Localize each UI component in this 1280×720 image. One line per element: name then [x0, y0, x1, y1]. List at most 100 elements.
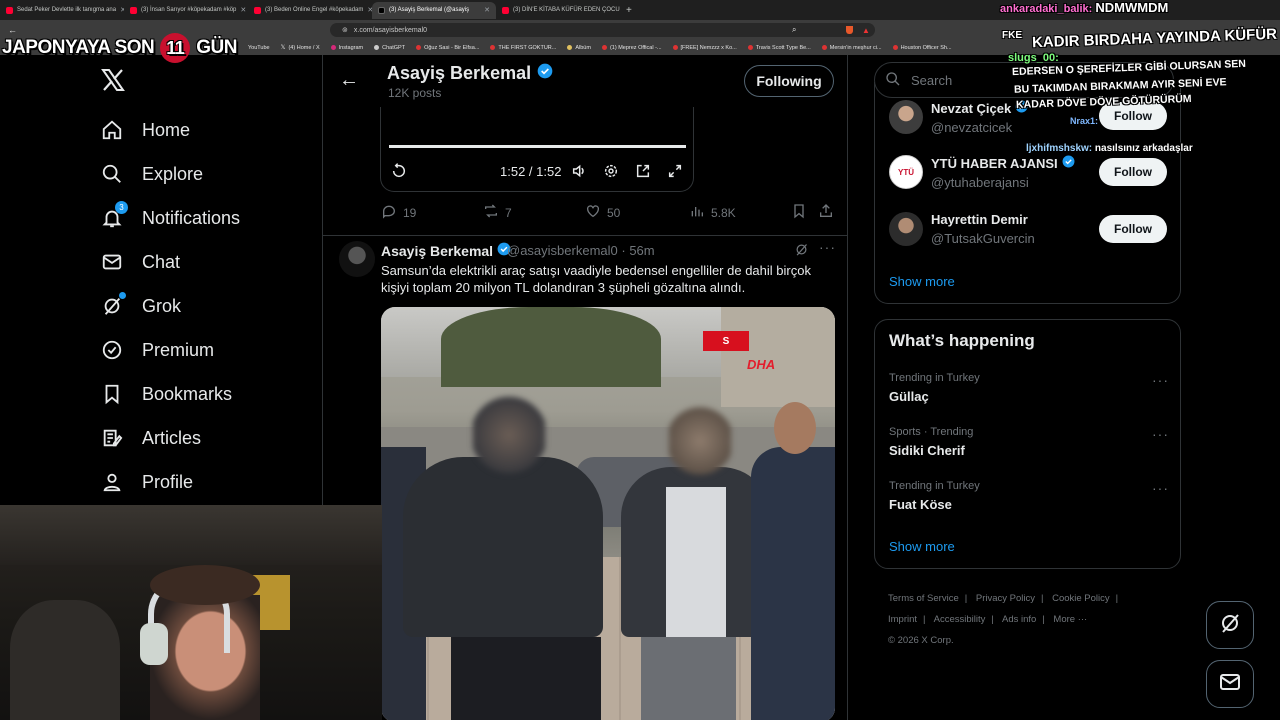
footer-link[interactable]: Ads info [1002, 614, 1036, 625]
x-logo-icon[interactable] [101, 68, 127, 94]
bookmark[interactable]: Oğuz Sasi - Bir Elfsa... [416, 45, 479, 51]
blurred-face [669, 402, 731, 480]
follow-suggestion[interactable]: YTÜ YTÜ HABER AJANSI @ytuhaberajansi [889, 155, 1075, 190]
chat-line: FKE [1002, 30, 1022, 41]
footer-link[interactable]: Privacy Policy [976, 593, 1035, 604]
footer-link[interactable]: Cookie Policy [1052, 593, 1110, 604]
follow-button[interactable]: Follow [1099, 158, 1167, 186]
footer-link[interactable]: Accessibility [934, 614, 986, 625]
chat-line: ljxhifmshskw: nasılsınız arkadaşlar [1026, 143, 1193, 154]
tweet-author[interactable]: Asayiş Berkemal [381, 242, 511, 259]
follow-button[interactable]: Follow [1099, 215, 1167, 243]
new-tab-icon[interactable]: + [626, 5, 632, 16]
show-more-link[interactable]: Show more [889, 274, 955, 289]
fullscreen-icon[interactable] [666, 162, 684, 180]
footer-link[interactable]: Imprint [888, 614, 917, 625]
footer-link[interactable]: More ··· [1053, 614, 1087, 625]
video-player[interactable]: 1:52 / 1:52 [380, 107, 694, 192]
settings-gear-icon[interactable] [602, 162, 620, 180]
avatar: YTÜ [889, 155, 923, 189]
replay-icon[interactable] [390, 162, 408, 180]
messages-fab-button[interactable] [1206, 660, 1254, 708]
shield-icon[interactable] [846, 26, 853, 34]
nav-chat[interactable]: Chat [100, 247, 180, 277]
chatgpt-icon [374, 45, 380, 50]
zoom-icon[interactable]: ⌕ [792, 25, 796, 35]
reply-button[interactable]: 19 [381, 203, 416, 222]
nav-bookmarks[interactable]: Bookmarks [100, 379, 232, 409]
more-options-icon[interactable]: ··· [1152, 426, 1169, 442]
show-more-link[interactable]: Show more [889, 539, 955, 554]
bookmark[interactable]: ChatGPT [374, 45, 405, 51]
back-arrow-icon[interactable]: ← [339, 69, 359, 92]
nav-home[interactable]: Home [100, 115, 190, 145]
name-text: Hayrettin Demir [931, 212, 1028, 227]
verified-badge-icon [537, 63, 553, 84]
site-info-icon[interactable]: ⊚ [342, 26, 348, 34]
volume-icon[interactable] [570, 162, 588, 180]
browser-tab[interactable]: (3) İnsan Sarıyor #köpekadam #köp ✕ [124, 2, 248, 19]
trend-item[interactable]: Sports · Trending Sidiki Cherif ··· [889, 426, 1169, 458]
grok-icon[interactable] [794, 242, 809, 262]
bookmark[interactable]: [FREE] Nemzzz x Ko... [672, 45, 737, 51]
bookmark[interactable]: Albüm [567, 45, 591, 51]
views-button[interactable]: 5.8K [689, 203, 736, 222]
bookmark-button[interactable] [791, 203, 807, 222]
bookmark[interactable]: Instagram [330, 45, 363, 51]
following-button[interactable]: Following [744, 65, 834, 97]
grok-fab-button[interactable] [1206, 601, 1254, 649]
like-button[interactable]: 50 [585, 203, 620, 222]
chat-user: Nrax1: [1070, 116, 1099, 126]
nav-notifications[interactable]: 3 Notifications [100, 201, 240, 233]
nav-grok[interactable]: Grok [100, 291, 181, 321]
chat-line: slugs_00: [1008, 52, 1059, 64]
bookmark[interactable]: Mersin'in meşhur ci... [821, 45, 882, 51]
pip-icon[interactable] [634, 162, 652, 180]
follow-suggestion[interactable]: Hayrettin Demir @TutsakGuvercin [889, 212, 1035, 246]
nav-articles[interactable]: Articles [100, 423, 201, 453]
nav-profile[interactable]: Profile [100, 467, 193, 497]
trend-item[interactable]: Trending in Turkey Güllaç ··· [889, 372, 1169, 404]
bookmark[interactable]: Travis Scott Type Be... [747, 45, 811, 51]
video-progress-bar[interactable] [389, 145, 686, 148]
more-options-icon[interactable]: ··· [1152, 372, 1169, 388]
trend-meta: Trending in Turkey [889, 480, 980, 492]
warning-icon[interactable]: ▲ [862, 26, 870, 35]
share-button[interactable] [818, 203, 834, 222]
browser-tab[interactable]: (3) Beden Online Engel #köpekadam ✕ [248, 2, 372, 19]
more-options-icon[interactable]: ··· [819, 239, 836, 255]
bookmark[interactable]: YouTube [248, 45, 270, 51]
chat-text: FKE [1002, 30, 1022, 41]
browser-tab-active[interactable]: (3) Asayiş Berkemal (@asayiş ✕ [372, 1, 496, 19]
views-icon [689, 203, 705, 222]
bookmark[interactable]: (1) Meprez Offical -... [601, 45, 662, 51]
trend-item[interactable]: Trending in Turkey Fuat Köse ··· [889, 480, 1169, 512]
nav-premium[interactable]: Premium [100, 335, 214, 365]
tweet-media-image[interactable]: S DHA [381, 307, 835, 720]
bookmark[interactable]: 𝕏 (4) Home / X [280, 44, 320, 52]
x-icon: 𝕏 [280, 45, 286, 51]
avatar[interactable] [339, 241, 375, 277]
footer-links: Terms of Service | Privacy Policy | Cookie… [888, 588, 1178, 651]
nav-explore[interactable]: Explore [100, 159, 203, 189]
trend-title: Sidiki Cherif [889, 443, 965, 458]
close-icon[interactable]: ✕ [484, 6, 490, 14]
bookmark[interactable]: THE FIRST GOKTUR... [490, 45, 556, 51]
tab-title: Sedat Peker Devlette ilk tanıgma ana [17, 7, 117, 13]
footer-link[interactable]: Terms of Service [888, 593, 959, 604]
browser-tab[interactable]: Sedat Peker Devlette ilk tanıgma ana ✕ [0, 2, 124, 19]
youtube-icon [601, 45, 607, 50]
heart-icon [585, 203, 601, 222]
youtube-icon [672, 45, 678, 50]
officer-face [774, 402, 816, 454]
more-options-icon[interactable]: ··· [1152, 480, 1169, 496]
footer-separator: | [923, 614, 926, 625]
video-time: 1:52 / 1:52 [500, 164, 562, 179]
repost-button[interactable]: 7 [483, 203, 512, 222]
grok-icon [1218, 611, 1242, 640]
close-icon[interactable]: ✕ [240, 6, 246, 14]
tweet-handle[interactable]: @asayisberkemal0 · 56m [507, 243, 655, 258]
browser-tab[interactable]: (3) DİN'E KİTABA KÜFÜR EDEN ÇOCU✕ [496, 2, 620, 19]
reply-icon [381, 203, 397, 222]
bookmark[interactable]: Houston Officer Sh... [892, 45, 952, 51]
